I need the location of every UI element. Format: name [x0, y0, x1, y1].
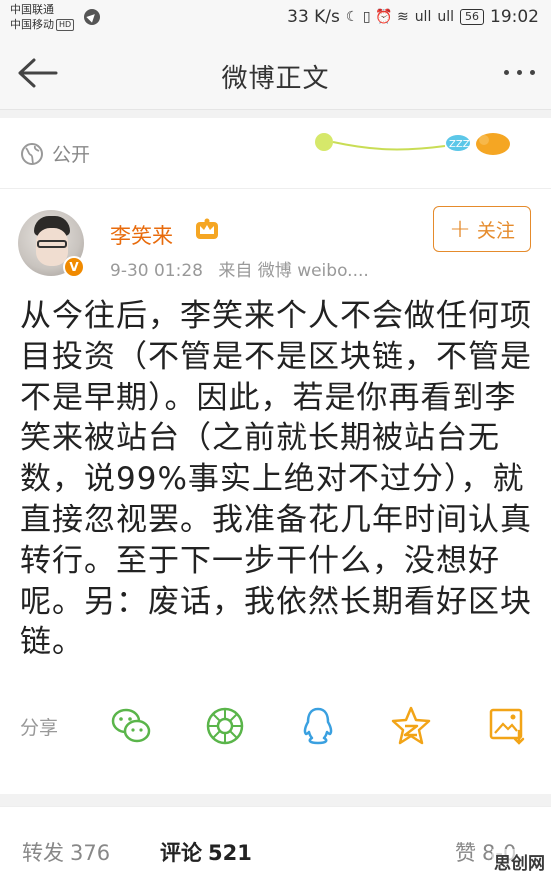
repost-label: 转发	[22, 841, 64, 865]
post-meta: 9-30 01:28 来自 微博 weibo....	[110, 256, 379, 281]
tab-comment[interactable]: 评论 521	[160, 837, 252, 867]
network-speed: 33 K/s	[287, 7, 340, 27]
dot-icon	[517, 70, 522, 75]
dot-icon	[504, 70, 509, 75]
carrier-2: 中国移动	[10, 18, 54, 31]
svg-text:ZZZ: ZZZ	[449, 139, 470, 150]
verified-badge-icon: V	[63, 256, 85, 278]
post-time: 9-30 01:28	[110, 261, 203, 281]
follow-button[interactable]: + 关注	[433, 206, 531, 252]
favorite-star-icon[interactable]	[390, 705, 432, 747]
status-indicators: 33 K/s ☾ ▯ ⏰ ≋ ull ull 56 19:02	[287, 7, 539, 27]
wechat-icon[interactable]	[110, 705, 152, 747]
like-label: 赞	[455, 841, 476, 865]
hd-badge: HD	[56, 19, 75, 31]
save-image-icon[interactable]	[486, 705, 528, 747]
globe-icon	[21, 142, 43, 165]
carrier-info: 中国联通 中国移动 HD	[10, 2, 75, 32]
comment-count: 521	[208, 841, 252, 865]
post-source: 来自 微博 weibo....	[218, 261, 369, 281]
tab-repost[interactable]: 转发 376	[22, 837, 110, 867]
bottom-tab-bar: 转发376 评论521 赞8-0 思创网	[0, 806, 551, 876]
plus-icon: +	[449, 214, 471, 244]
share-row: 分享	[20, 704, 531, 748]
author-name[interactable]: 李笑来	[110, 220, 173, 250]
follow-label: 关注	[476, 219, 515, 242]
crown-vip-icon	[196, 218, 218, 239]
page-title: 微博正文	[221, 64, 330, 94]
qq-icon[interactable]	[297, 705, 339, 747]
visibility-label: 公开	[52, 144, 91, 166]
post-text: 从今往后，李笑来个人不会做任何项目投资（不管是不是区块链，不管是不是早期）。因此…	[20, 298, 532, 661]
signal-icon-1: ull	[414, 9, 432, 25]
repost-count: 376	[70, 841, 111, 865]
carrier-1: 中国联通	[10, 3, 54, 16]
sleeping-cat-decoration: ZZZ	[315, 133, 510, 155]
navigation-arrow-icon	[84, 9, 100, 25]
divider	[0, 188, 551, 189]
moments-icon[interactable]	[204, 705, 246, 747]
visibility-row: 公开	[20, 140, 90, 167]
system-status-icons: ☾ ▯ ⏰ ≋	[345, 9, 409, 25]
post-card: 公开 ZZZ V 李笑来 9-30 01:28 来自 微博 weibo.... …	[0, 118, 551, 794]
comment-label: 评论	[160, 841, 202, 865]
dot-icon	[530, 70, 535, 75]
signal-icon-2: ull	[437, 9, 454, 25]
status-bar: 中国联通 中国移动 HD 33 K/s ☾ ▯ ⏰ ≋ ull ull 56 19…	[0, 0, 551, 36]
more-options-button[interactable]	[504, 70, 535, 75]
top-nav-bar: 微博正文	[0, 36, 551, 110]
battery-icon: 56	[460, 9, 484, 25]
watermark: 思创网	[492, 849, 547, 874]
share-label: 分享	[20, 716, 59, 739]
clock: 19:02	[490, 7, 539, 27]
